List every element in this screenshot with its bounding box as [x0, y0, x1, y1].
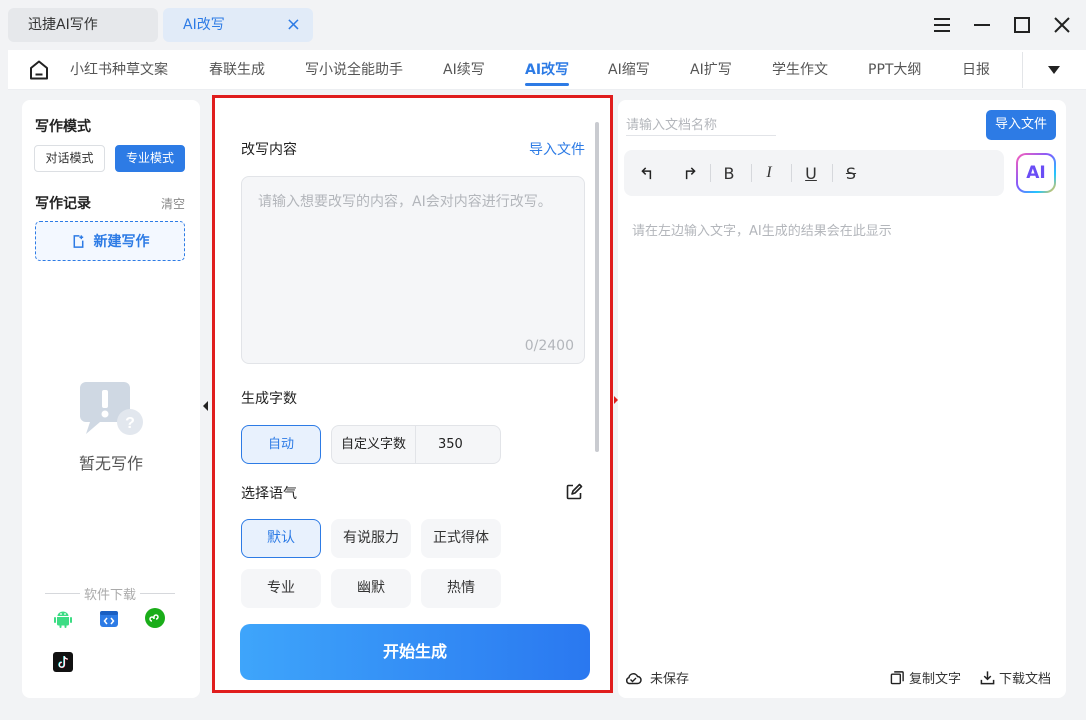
- italic-icon[interactable]: I: [757, 161, 781, 185]
- minimize-icon[interactable]: [968, 10, 996, 40]
- nav-item-ai-expand[interactable]: AI扩写: [690, 50, 732, 90]
- clear-records-link[interactable]: 清空: [161, 195, 185, 212]
- ai-assistant-button[interactable]: AI: [1016, 153, 1056, 193]
- output-panel: 请输入文档名称 导入文件 B I U S AI 请在左边输入文字，AI生成的结果…: [618, 100, 1066, 698]
- redo-icon[interactable]: [676, 161, 700, 185]
- window-tab-ai-rewrite[interactable]: AI改写 ×: [163, 8, 313, 42]
- window-tab-label: 迅捷AI写作: [28, 17, 98, 33]
- web-app-icon[interactable]: [99, 609, 119, 629]
- new-writing-button[interactable]: 新建写作: [35, 221, 185, 261]
- copy-text-button[interactable]: 复制文字: [890, 668, 961, 687]
- nav-item-daily-report[interactable]: 日报: [962, 50, 990, 90]
- writing-mode-label: 写作模式: [35, 119, 91, 135]
- custom-length-field[interactable]: 自定义字数 350: [331, 425, 501, 464]
- custom-length-label: 自定义字数: [332, 426, 416, 463]
- window-tab-home[interactable]: 迅捷AI写作: [8, 8, 158, 42]
- format-toolbar: B I U S: [624, 150, 1004, 196]
- toolbar-divider: [832, 164, 833, 182]
- pro-mode-button[interactable]: 专业模式: [115, 145, 185, 172]
- copy-icon: [890, 671, 904, 685]
- nav-item-ppt-outline[interactable]: PPT大纲: [868, 50, 921, 90]
- mini-program-icon[interactable]: [145, 608, 165, 628]
- tone-default-button[interactable]: 默认: [241, 519, 321, 558]
- download-document-button[interactable]: 下载文档: [980, 668, 1051, 687]
- tone-label: 选择语气: [241, 486, 297, 502]
- nav-item-novel-assistant[interactable]: 写小说全能助手: [305, 50, 403, 90]
- rewrite-content-label: 改写内容: [241, 142, 297, 158]
- download-document-label: 下载文档: [999, 672, 1052, 687]
- new-document-icon: [73, 234, 83, 248]
- writing-record-label: 写作记录: [35, 196, 91, 212]
- document-name-input[interactable]: 请输入文档名称: [626, 114, 776, 136]
- import-file-button[interactable]: 导入文件: [986, 110, 1056, 140]
- nav-item-xiaohongshu[interactable]: 小红书种草文案: [70, 50, 168, 90]
- toolbar-divider: [791, 164, 792, 182]
- cloud-icon: [625, 672, 642, 684]
- close-window-icon[interactable]: [1048, 10, 1076, 40]
- tone-enthusiastic-button[interactable]: 热情: [421, 569, 501, 608]
- custom-length-value[interactable]: 350: [416, 426, 500, 463]
- rewrite-input-panel: 改写内容 导入文件 请输入想要改写的内容，AI会对内容进行改写。 0/2400 …: [212, 95, 613, 693]
- auto-length-button[interactable]: 自动: [241, 425, 321, 464]
- underline-icon[interactable]: U: [799, 161, 823, 185]
- chevron-down-icon[interactable]: [1044, 62, 1064, 78]
- software-download-label: 软件下载: [84, 588, 137, 603]
- empty-state-text: 暂无写作: [78, 454, 143, 473]
- bold-icon[interactable]: B: [717, 161, 741, 185]
- copy-text-label: 复制文字: [909, 672, 962, 687]
- tone-formal-button[interactable]: 正式得体: [421, 519, 501, 558]
- scrollbar[interactable]: [595, 122, 599, 452]
- nav-divider: [1022, 52, 1023, 88]
- start-generate-button[interactable]: 开始生成: [240, 624, 590, 680]
- svg-text:?: ?: [125, 415, 135, 432]
- import-file-link[interactable]: 导入文件: [529, 139, 585, 159]
- save-status-text: 未保存: [650, 672, 690, 687]
- tone-professional-button[interactable]: 专业: [241, 569, 321, 608]
- tone-persuasive-button[interactable]: 有说服力: [331, 519, 411, 558]
- tone-humorous-button[interactable]: 幽默: [331, 569, 411, 608]
- nav-item-ai-rewrite[interactable]: AI改写: [525, 50, 570, 90]
- nav-item-couplets[interactable]: 春联生成: [209, 50, 265, 90]
- toolbar-divider: [751, 164, 752, 182]
- android-icon[interactable]: [53, 609, 73, 629]
- ai-assistant-label: AI: [1018, 155, 1054, 191]
- toolbar-divider: [710, 164, 711, 182]
- nav-item-ai-continue[interactable]: AI续写: [443, 50, 485, 90]
- new-writing-label: 新建写作: [93, 234, 150, 250]
- download-icon: [980, 671, 995, 685]
- char-counter: 0/2400: [524, 338, 574, 354]
- collapse-left-icon[interactable]: [201, 399, 209, 413]
- left-sidebar: 写作模式 对话模式 专业模式 写作记录 清空 新建写作 ? 暂无写作 软件下载: [22, 100, 200, 698]
- software-download-divider: 软件下载: [45, 584, 175, 603]
- nav-item-ai-shorten[interactable]: AI缩写: [608, 50, 650, 90]
- title-bar: 迅捷AI写作 AI改写 ×: [0, 0, 1086, 50]
- rewrite-content-input[interactable]: 请输入想要改写的内容，AI会对内容进行改写。 0/2400: [241, 176, 585, 364]
- home-icon[interactable]: [28, 59, 50, 81]
- input-placeholder: 请输入想要改写的内容，AI会对内容进行改写。: [258, 194, 552, 210]
- word-count-label: 生成字数: [241, 391, 297, 407]
- maximize-icon[interactable]: [1008, 10, 1036, 40]
- edit-icon[interactable]: [565, 483, 583, 501]
- feature-nav: 小红书种草文案 春联生成 写小说全能助手 AI续写 AI改写 AI缩写 AI扩写…: [8, 50, 1086, 90]
- close-tab-icon[interactable]: ×: [286, 8, 301, 42]
- output-placeholder: 请在左边输入文字，AI生成的结果会在此显示: [632, 224, 892, 239]
- empty-state-icon: ?: [78, 380, 148, 440]
- chat-mode-button[interactable]: 对话模式: [34, 145, 105, 172]
- nav-item-student-essay[interactable]: 学生作文: [772, 50, 828, 90]
- save-status: 未保存: [624, 668, 689, 687]
- tiktok-icon[interactable]: [53, 652, 73, 672]
- menu-icon[interactable]: [928, 10, 956, 40]
- undo-icon[interactable]: [636, 161, 660, 185]
- strikethrough-icon[interactable]: S: [839, 161, 863, 185]
- window-tab-label: AI改写: [183, 17, 225, 33]
